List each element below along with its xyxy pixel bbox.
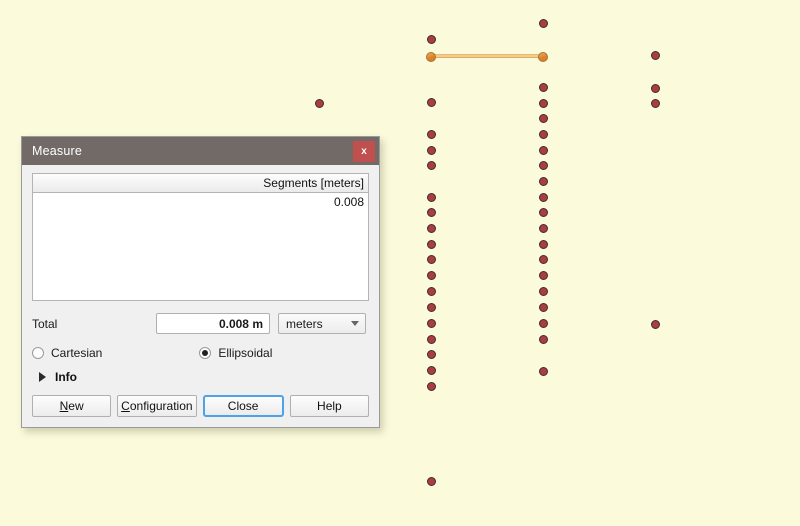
info-expander-label: Info: [55, 370, 77, 384]
radio-cartesian[interactable]: Cartesian: [32, 346, 102, 360]
map-point[interactable]: [427, 271, 436, 280]
map-point[interactable]: [651, 320, 660, 329]
measure-dialog[interactable]: Measure x Segments [meters] 0.008 Total …: [21, 136, 380, 428]
map-point[interactable]: [427, 35, 436, 44]
map-point[interactable]: [427, 224, 436, 233]
map-point[interactable]: [539, 367, 548, 376]
map-point[interactable]: [539, 287, 548, 296]
close-button[interactable]: Close: [202, 395, 284, 417]
map-point[interactable]: [539, 19, 548, 28]
map-point[interactable]: [539, 271, 548, 280]
close-icon[interactable]: x: [353, 140, 375, 162]
units-select-value: meters: [286, 316, 323, 331]
map-point[interactable]: [539, 130, 548, 139]
calculation-method-group: Cartesian Ellipsoidal: [32, 346, 369, 360]
map-point[interactable]: [427, 255, 436, 264]
map-point[interactable]: [539, 114, 548, 123]
configuration-button-label: Configuration: [121, 399, 193, 413]
measure-vertex[interactable]: [426, 52, 436, 62]
map-point[interactable]: [651, 84, 660, 93]
radio-cartesian-label: Cartesian: [51, 346, 103, 360]
map-point[interactable]: [427, 382, 436, 391]
map-point[interactable]: [539, 240, 548, 249]
new-button-label: New: [59, 399, 84, 413]
map-point[interactable]: [651, 51, 660, 60]
total-label: Total: [32, 316, 58, 331]
table-row[interactable]: 0.008: [33, 193, 368, 210]
segments-table[interactable]: Segments [meters] 0.008: [32, 173, 369, 301]
map-point[interactable]: [427, 208, 436, 217]
units-select[interactable]: meters: [278, 313, 366, 334]
map-point[interactable]: [427, 477, 436, 486]
chevron-down-icon: [351, 321, 359, 326]
info-expander[interactable]: Info: [32, 370, 369, 384]
map-point[interactable]: [539, 99, 548, 108]
radio-ellipsoidal-mark[interactable]: [199, 347, 212, 359]
map-point[interactable]: [651, 99, 660, 108]
map-point[interactable]: [539, 193, 548, 202]
map-point[interactable]: [427, 130, 436, 139]
new-button[interactable]: New: [32, 395, 112, 417]
measure-line: [431, 54, 543, 58]
radio-cartesian-mark[interactable]: [32, 347, 44, 359]
chevron-right-icon: [39, 372, 46, 382]
dialog-button-row: New Configuration Close Help: [32, 395, 369, 417]
map-point[interactable]: [315, 99, 324, 108]
radio-ellipsoidal-label: Ellipsoidal: [218, 346, 273, 360]
dialog-titlebar[interactable]: Measure x: [22, 137, 379, 165]
map-point[interactable]: [539, 161, 548, 170]
segments-table-header: Segments [meters]: [33, 174, 368, 193]
map-point[interactable]: [427, 335, 436, 344]
configuration-button[interactable]: Configuration: [117, 395, 197, 417]
total-value-field: 0.008 m: [156, 313, 270, 334]
map-point[interactable]: [539, 255, 548, 264]
map-point[interactable]: [539, 83, 548, 92]
segments-table-rows[interactable]: 0.008: [33, 193, 368, 300]
map-point[interactable]: [427, 161, 436, 170]
radio-ellipsoidal[interactable]: Ellipsoidal: [199, 346, 272, 360]
map-point[interactable]: [427, 193, 436, 202]
map-point[interactable]: [539, 146, 548, 155]
dialog-body: Segments [meters] 0.008 Total 0.008 m me…: [22, 165, 379, 427]
map-point[interactable]: [427, 98, 436, 107]
qgis-map-canvas[interactable]: Measure x Segments [meters] 0.008 Total …: [0, 0, 800, 526]
map-point[interactable]: [427, 319, 436, 328]
map-point[interactable]: [427, 303, 436, 312]
help-button[interactable]: Help: [289, 395, 369, 417]
total-row: Total 0.008 m meters: [32, 313, 369, 334]
map-point[interactable]: [427, 366, 436, 375]
dialog-title: Measure: [32, 144, 83, 158]
map-point[interactable]: [427, 350, 436, 359]
map-point[interactable]: [539, 177, 548, 186]
map-point[interactable]: [539, 303, 548, 312]
map-point[interactable]: [539, 319, 548, 328]
map-point[interactable]: [427, 240, 436, 249]
help-button-label: Help: [317, 399, 342, 413]
map-point[interactable]: [427, 287, 436, 296]
close-button-label: Close: [227, 399, 259, 413]
map-point[interactable]: [539, 208, 548, 217]
map-point[interactable]: [539, 224, 548, 233]
map-point[interactable]: [427, 146, 436, 155]
map-point[interactable]: [539, 335, 548, 344]
measure-vertex[interactable]: [538, 52, 548, 62]
